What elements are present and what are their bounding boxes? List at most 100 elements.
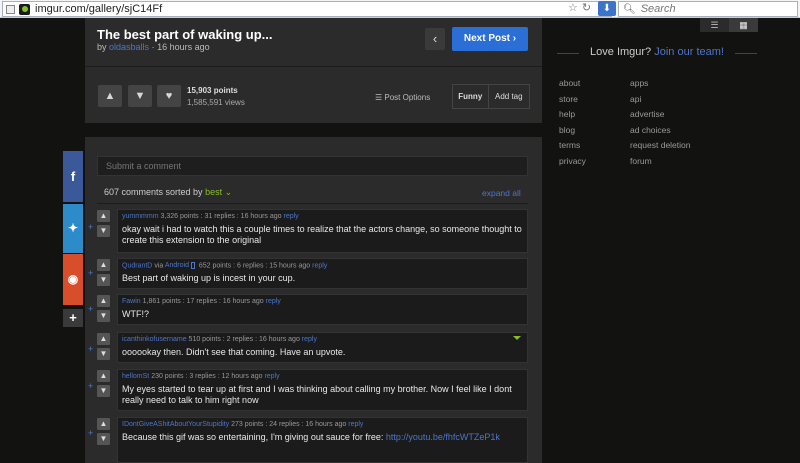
url-text: imgur.com/gallery/sjC14Ff: [35, 3, 163, 15]
expand-plus-icon[interactable]: +: [88, 268, 93, 278]
phone-icon: [190, 262, 195, 269]
reply-link[interactable]: reply: [284, 213, 299, 220]
downvote-button[interactable]: ▼: [128, 85, 152, 107]
previous-post-button[interactable]: ‹: [425, 28, 445, 50]
search-icon: 🔍︎: [623, 3, 636, 15]
comment-body: WTF!?: [122, 309, 149, 319]
divider: [97, 203, 528, 204]
comment-author[interactable]: icanthinkofusername: [122, 336, 187, 343]
comments-sort: 607 comments sorted by best ⌄: [104, 187, 232, 198]
footer-link[interactable]: ad choices: [630, 123, 691, 139]
reply-link[interactable]: reply: [266, 298, 281, 305]
comment-body: My eyes started to tear up at first and …: [122, 384, 512, 405]
favorite-heart-button[interactable]: ♥: [157, 85, 181, 107]
post-points: 15,903 points: [187, 86, 238, 95]
add-tag-button[interactable]: Add tag: [489, 85, 529, 108]
footer-link[interactable]: advertise: [630, 107, 691, 123]
footer-link[interactable]: about: [559, 76, 586, 92]
comment: hellomSt 230 points : 3 replies : 12 hou…: [117, 369, 528, 411]
expand-plus-icon[interactable]: +: [88, 304, 93, 314]
chevron-down-icon: ⌄: [224, 187, 233, 197]
expand-plus-icon[interactable]: +: [88, 222, 93, 232]
post-author-link[interactable]: oldasballs: [109, 42, 149, 52]
comment-author[interactable]: hellomSt: [122, 373, 149, 380]
comment-body: Best part of waking up is incest in your…: [122, 273, 296, 283]
download-icon[interactable]: ⬇: [598, 1, 616, 16]
comment-author[interactable]: QudrantD: [122, 262, 152, 269]
reload-icon[interactable]: ↻: [582, 1, 591, 15]
expand-plus-icon[interactable]: +: [88, 381, 93, 391]
comment-meta: hellomSt 230 points : 3 replies : 12 hou…: [122, 373, 280, 380]
comment-meta: yummmmm 3,326 points : 31 replies : 16 h…: [122, 213, 299, 220]
bookmark-star-icon[interactable]: ☆: [568, 1, 578, 15]
comment-downvote-button[interactable]: ▼: [97, 274, 110, 286]
comment-input[interactable]: [97, 156, 528, 176]
footer-link[interactable]: forum: [630, 154, 691, 170]
post-time: · 16 hours ago: [151, 42, 210, 52]
device-link[interactable]: Android: [165, 262, 197, 269]
expand-plus-icon[interactable]: +: [88, 344, 93, 354]
comment-downvote-button[interactable]: ▼: [97, 348, 110, 360]
view-toggle: ☰ ▦: [700, 18, 758, 32]
comment-upvote-button[interactable]: ▲: [97, 418, 110, 430]
comment-upvote-button[interactable]: ▲: [97, 370, 110, 382]
expand-plus-icon[interactable]: +: [88, 428, 93, 438]
reply-link[interactable]: reply: [264, 373, 279, 380]
love-imgur-text: Love Imgur?: [590, 46, 652, 58]
post-header: The best part of waking up... by oldasba…: [85, 18, 542, 123]
address-bar[interactable]: imgur.com/gallery/sjC14Ff: [2, 1, 612, 17]
reply-link[interactable]: reply: [348, 421, 363, 428]
list-view-icon[interactable]: ☰: [700, 18, 729, 32]
facebook-share-icon[interactable]: f: [63, 151, 83, 202]
search-input[interactable]: [640, 3, 791, 15]
post-by: by: [97, 42, 107, 52]
expand-all-link[interactable]: expand all: [482, 188, 521, 198]
comment-downvote-button[interactable]: ▼: [97, 225, 110, 237]
collapse-arrow-icon[interactable]: [513, 336, 521, 340]
twitter-share-icon[interactable]: ✦: [63, 204, 83, 253]
browser-toolbar: imgur.com/gallery/sjC14Ff ☆ ↻ ⬇ 🔍︎: [0, 0, 800, 18]
tag-group: Funny Add tag: [452, 84, 530, 109]
comment-upvote-button[interactable]: ▲: [97, 259, 110, 271]
comment-upvote-button[interactable]: ▲: [97, 333, 110, 345]
post-views: 1,585,591 views: [187, 98, 245, 107]
comment-link[interactable]: http://youtu.be/fhfcWTZeP1k: [386, 432, 500, 442]
comment-downvote-button[interactable]: ▼: [97, 433, 110, 445]
footer-link[interactable]: request deletion: [630, 138, 691, 154]
comment-body: oooookay then. Didn't see that coming. H…: [122, 347, 346, 357]
comment-upvote-button[interactable]: ▲: [97, 295, 110, 307]
footer-link[interactable]: apps: [630, 76, 691, 92]
footer-link[interactable]: terms: [559, 138, 586, 154]
comment-downvote-button[interactable]: ▼: [97, 310, 110, 322]
comment-downvote-button[interactable]: ▼: [97, 385, 110, 397]
comment-author[interactable]: yummmmm: [122, 213, 159, 220]
join-team-link[interactable]: Join our team!: [654, 46, 724, 58]
comment-meta: Fawin 1,861 points : 17 replies : 16 hou…: [122, 298, 281, 305]
reply-link[interactable]: reply: [302, 336, 317, 343]
footer-link[interactable]: privacy: [559, 154, 586, 170]
sort-dropdown[interactable]: best ⌄: [205, 187, 232, 197]
comment-body: Because this gif was so entertaining, I'…: [122, 432, 500, 442]
comment: yummmmm 3,326 points : 31 replies : 16 h…: [117, 209, 528, 253]
comment-author[interactable]: Fawin: [122, 298, 141, 305]
site-favicon-icon: [19, 3, 30, 15]
footer-link[interactable]: store: [559, 92, 586, 108]
footer-link[interactable]: help: [559, 107, 586, 123]
comment-upvote-button[interactable]: ▲: [97, 210, 110, 222]
comment: icanthinkofusername 510 points : 2 repli…: [117, 332, 528, 363]
comments-count: 607 comments sorted by: [104, 187, 203, 197]
next-post-button[interactable]: Next Post ›: [452, 27, 528, 51]
comment-author[interactable]: IDontGiveAShitAboutYourStupidity: [122, 421, 229, 428]
love-imgur-banner: Love Imgur? Join our team!: [557, 46, 757, 58]
reddit-share-icon[interactable]: ◉: [63, 254, 83, 305]
post-options-button[interactable]: ☰ Post Options: [375, 93, 430, 102]
footer-link[interactable]: blog: [559, 123, 586, 139]
reply-link[interactable]: reply: [312, 262, 327, 269]
tag-funny[interactable]: Funny: [453, 85, 489, 108]
search-box[interactable]: 🔍︎: [618, 1, 798, 17]
footer-link[interactable]: api: [630, 92, 691, 108]
more-share-icon[interactable]: +: [63, 309, 83, 327]
grid-view-icon[interactable]: ▦: [729, 18, 758, 32]
upvote-button[interactable]: ▲: [98, 85, 122, 107]
footer-links-left: about store help blog terms privacy: [559, 76, 586, 169]
